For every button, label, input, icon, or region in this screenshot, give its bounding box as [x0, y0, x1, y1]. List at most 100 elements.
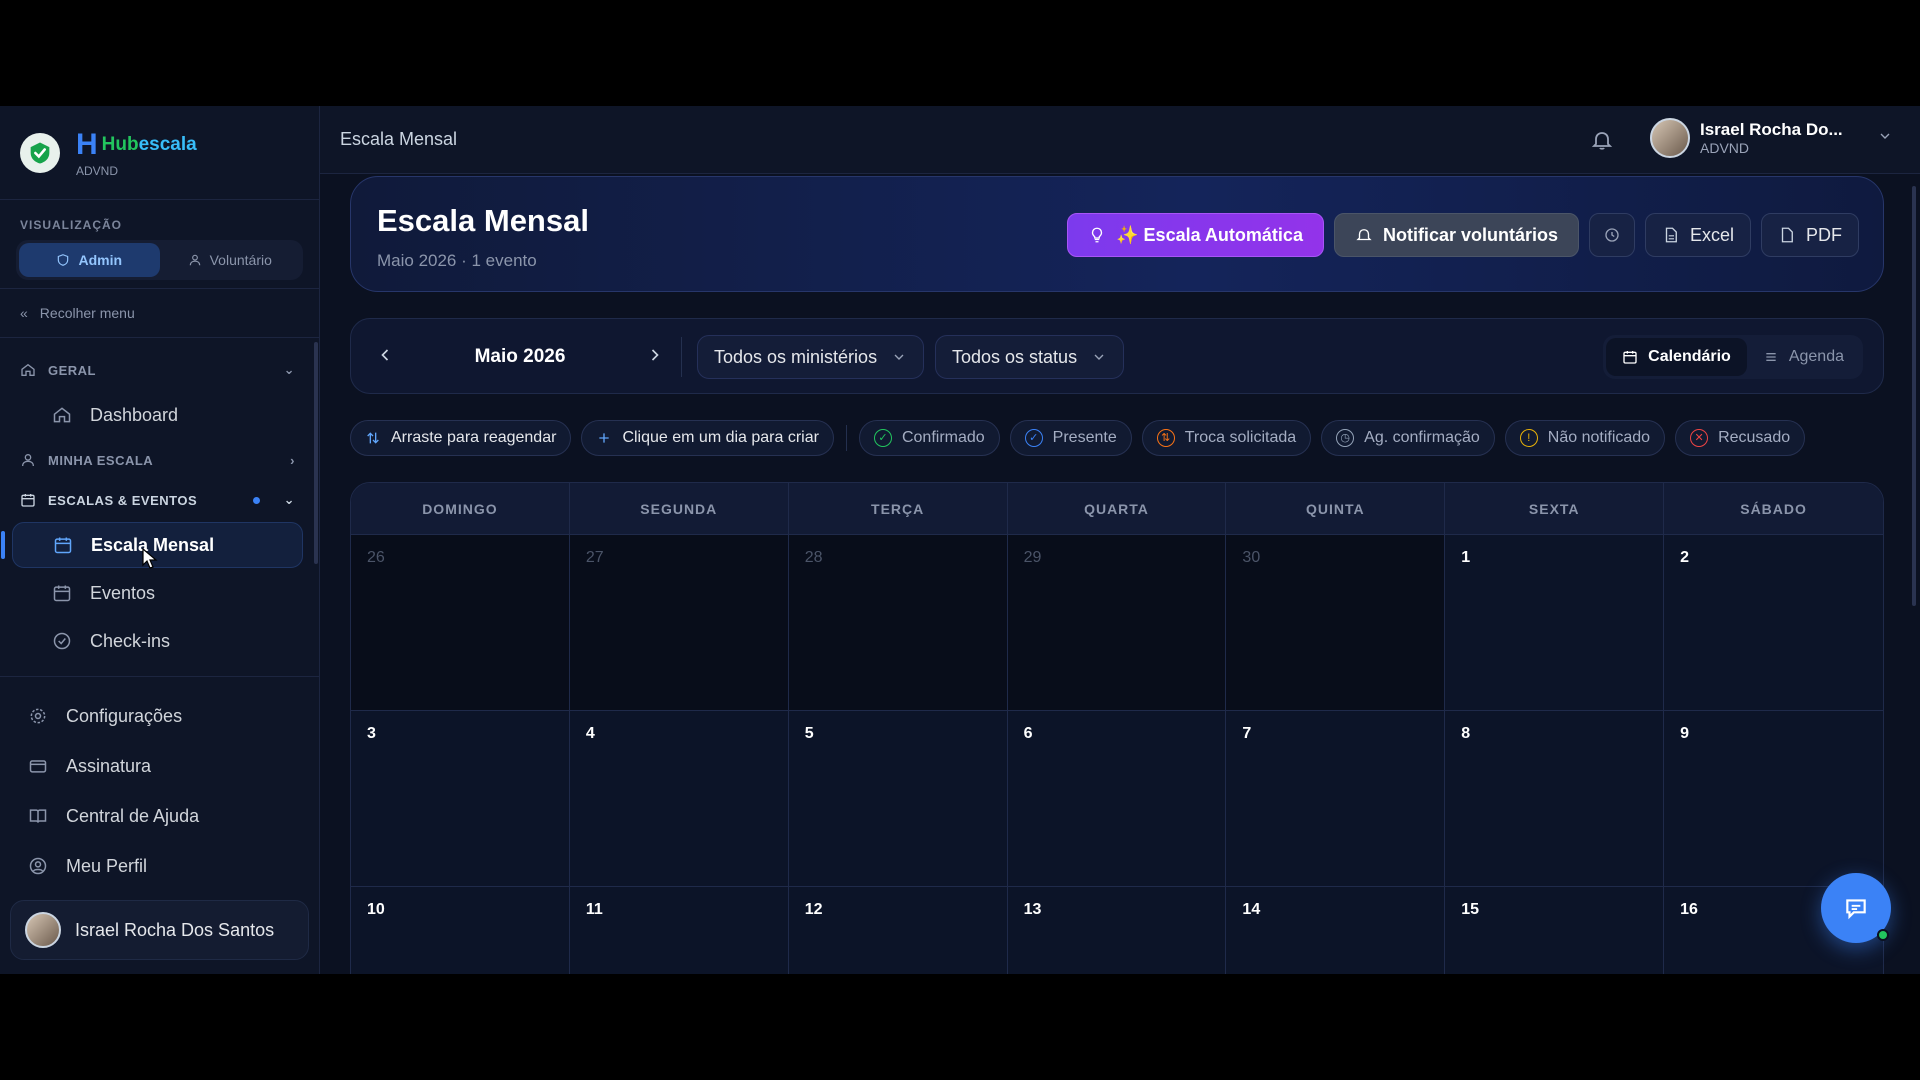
hint-click-chip: Clique em um dia para criar: [581, 420, 834, 456]
file-spreadsheet-icon: [1665, 227, 1677, 243]
calendar-day-cell[interactable]: 7: [1226, 711, 1446, 887]
sidebar-scrollbar[interactable]: [314, 342, 318, 564]
sidebar-item-configuracoes[interactable]: Configurações: [0, 691, 319, 741]
brand-name-hub: Hub: [101, 133, 139, 155]
view-agenda-button[interactable]: Agenda: [1747, 338, 1860, 376]
calendar-weekday-header: DOMINGO SEGUNDA TERÇA QUARTA QUINTA SEXT…: [351, 483, 1883, 535]
day-number: 30: [1242, 549, 1261, 566]
calendar-day-cell[interactable]: 2: [1664, 535, 1883, 711]
view-volunteer-button[interactable]: Voluntário: [160, 243, 301, 277]
calendar-day-cell[interactable]: 4: [569, 711, 789, 887]
brand-name-escala: escala: [138, 133, 197, 155]
clock-icon: [1605, 228, 1619, 242]
group-minha-escala[interactable]: MINHA ESCALA ›: [0, 440, 319, 480]
sidebar-item-check-ins[interactable]: Check-ins: [12, 618, 303, 664]
group-escalas-eventos-label: ESCALAS & EVENTOS: [48, 492, 198, 508]
calendar-day-cell[interactable]: 13: [1008, 887, 1227, 974]
sidebar-item-central-de-ajuda[interactable]: Central de Ajuda: [0, 791, 319, 841]
legend: Arraste para reagendar Clique em um dia …: [350, 420, 1806, 456]
group-geral-label: GERAL: [48, 362, 96, 378]
view-admin-button[interactable]: Admin: [19, 243, 160, 277]
status-select[interactable]: Todos os status: [935, 335, 1125, 379]
day-number: 16: [1680, 901, 1698, 918]
export-excel-button[interactable]: Excel: [1644, 213, 1751, 257]
page-header: Escala Mensal Maio 2026 · 1 evento ✨ Esc…: [350, 176, 1884, 292]
calendar-day-cell[interactable]: 8: [1445, 711, 1665, 887]
day-number: 10: [367, 901, 385, 918]
sidebar-item-eventos[interactable]: Eventos: [12, 570, 303, 616]
calendar-day-cell[interactable]: 26: [351, 535, 570, 711]
header-actions: ✨ Escala Automática Notificar voluntário…: [1067, 213, 1859, 257]
user-name: Israel Rocha Do...: [1700, 120, 1843, 139]
day-number: 28: [804, 549, 823, 566]
current-month-label: Maio 2026: [474, 346, 566, 367]
view-calendar-button[interactable]: Calendário: [1606, 338, 1747, 376]
ministry-select[interactable]: Todos os ministérios: [697, 335, 925, 379]
calendar-day-cell[interactable]: 3: [351, 711, 570, 887]
check-circle-icon: [53, 632, 71, 650]
sidebar-item-meu-perfil[interactable]: Meu Perfil: [0, 841, 319, 891]
file-icon: [1781, 227, 1793, 243]
shield-icon: [58, 254, 69, 266]
calendar-day-cell[interactable]: 5: [788, 711, 1008, 887]
sidebar-item-assinatura[interactable]: Assinatura: [0, 741, 319, 791]
calendar-day-cell[interactable]: 28: [788, 535, 1008, 711]
check-icon: ✓: [873, 429, 892, 447]
status-label: Presente: [1052, 429, 1117, 446]
calendar-day-cell[interactable]: 12: [789, 887, 1008, 974]
calendar-grid: 26 27 28 29 30 1 2 3 4 5 6 7 8 9 10 11 12 13 14 15 16: [351, 535, 1883, 974]
sidebar-item-dashboard[interactable]: Dashboard: [12, 392, 303, 438]
auto-schedule-button[interactable]: ✨ Escala Automática: [1067, 213, 1324, 257]
user-icon: [189, 254, 200, 266]
view-calendar-label: Calendário: [1648, 348, 1731, 365]
history-button[interactable]: [1588, 213, 1635, 257]
day-number: 4: [585, 725, 595, 742]
weekday-label: QUARTA: [1008, 483, 1227, 534]
avatar: [1650, 118, 1690, 158]
home-icon: [21, 363, 35, 376]
calendar-day-cell[interactable]: 27: [569, 535, 789, 711]
group-minha-escala-label: MINHA ESCALA: [48, 452, 154, 468]
sidebar-item-label: Assinatura: [66, 755, 152, 776]
calendar-icon: [1623, 351, 1637, 364]
calendar-day-cell[interactable]: 1: [1445, 535, 1665, 711]
page-scrollbar[interactable]: [1912, 186, 1916, 606]
group-geral[interactable]: GERAL ⌄: [0, 350, 319, 390]
calendar-day-cell[interactable]: 11: [570, 887, 789, 974]
calendar-day-cell[interactable]: 29: [1007, 535, 1227, 711]
day-number: 9: [1680, 725, 1690, 742]
prev-month-button[interactable]: [375, 345, 395, 370]
calendar-icon: [21, 494, 35, 507]
sidebar: H Hub escala ADVND VISUALIZAÇÃO Admin Vo…: [0, 106, 320, 974]
view-toggle: Calendário Agenda: [1603, 335, 1863, 379]
calendar-icon: [54, 537, 72, 554]
month-navigator: Maio 2026: [375, 335, 665, 379]
calendar-day-cell[interactable]: 10: [351, 887, 570, 974]
avatar: [25, 912, 61, 948]
double-chevron-left-icon: «: [20, 305, 28, 321]
user-menu[interactable]: Israel Rocha Do... ADVND: [1650, 118, 1893, 158]
calendar-day-cell[interactable]: 30: [1226, 535, 1446, 711]
calendar-day-cell[interactable]: 15: [1445, 887, 1665, 974]
collapse-menu-button[interactable]: « Recolher menu: [0, 288, 319, 338]
next-month-button[interactable]: [645, 345, 665, 370]
calendar-day-cell[interactable]: 14: [1226, 887, 1446, 974]
status-presente-chip: ✓ Presente: [1009, 420, 1132, 456]
calendar-day-cell[interactable]: 6: [1007, 711, 1227, 887]
calendar-day-cell[interactable]: 9: [1664, 711, 1883, 887]
notify-volunteers-button[interactable]: Notificar voluntários: [1333, 213, 1579, 257]
bell-icon[interactable]: [1590, 128, 1614, 157]
status-aguardando-chip: ◷ Ag. confirmação: [1321, 420, 1495, 456]
brand-org: ADVND: [76, 163, 119, 178]
export-pdf-button[interactable]: PDF: [1761, 213, 1859, 257]
brand[interactable]: H Hub escala ADVND: [0, 106, 319, 200]
user-org: ADVND: [1700, 140, 1750, 156]
view-volunteer-label: Voluntário: [209, 252, 272, 268]
day-number: 14: [1242, 901, 1261, 918]
sidebar-user-card[interactable]: Israel Rocha Dos Santos: [10, 900, 309, 960]
chat-button[interactable]: [1821, 873, 1891, 943]
group-escalas-eventos[interactable]: ESCALAS & EVENTOS ⌄: [0, 480, 319, 520]
status-label: Troca solicitada: [1184, 429, 1297, 446]
status-nao-notificado-chip: ! Não notificado: [1504, 420, 1666, 456]
sidebar-item-label: Meu Perfil: [66, 855, 148, 876]
